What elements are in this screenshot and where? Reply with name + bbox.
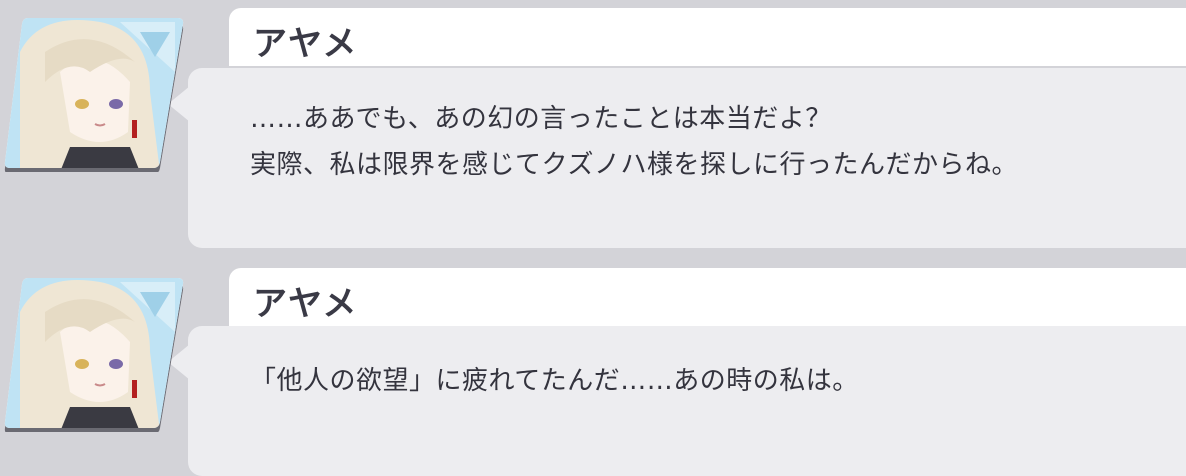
message-1: ……ああでも、あの幻の言ったことは本当だよ？ 実際、私は限界を感じてクズノハ様を… <box>0 0 1186 250</box>
dialogue-line-1: ……ああでも、あの幻の言ったことは本当だよ？ <box>250 104 832 134</box>
message-bubble: ……ああでも、あの幻の言ったことは本当だよ？ 実際、私は限界を感じてクズノハ様を… <box>168 68 1186 248</box>
dialogue-line-2: 実際、私は限界を感じてクズノハ様を探しに行ったんだからね。 <box>250 150 1018 180</box>
speaker-name-plate: アヤメ <box>229 8 1186 66</box>
avatar-portrait-icon <box>4 278 184 432</box>
speaker-name-plate: アヤメ <box>229 268 1186 326</box>
message-2: 「他人の欲望」に疲れてたんだ……あの時の私は。 アヤメ <box>0 262 1186 476</box>
dialogue-line-1: 「他人の欲望」に疲れてたんだ……あの時の私は。 <box>250 366 859 396</box>
speaker-name: アヤメ <box>253 24 358 64</box>
message-bubble: 「他人の欲望」に疲れてたんだ……あの時の私は。 <box>168 326 1186 476</box>
avatar[interactable] <box>0 272 188 432</box>
speaker-name: アヤメ <box>253 284 358 324</box>
avatar[interactable] <box>0 12 188 172</box>
avatar-portrait-icon <box>4 18 184 172</box>
